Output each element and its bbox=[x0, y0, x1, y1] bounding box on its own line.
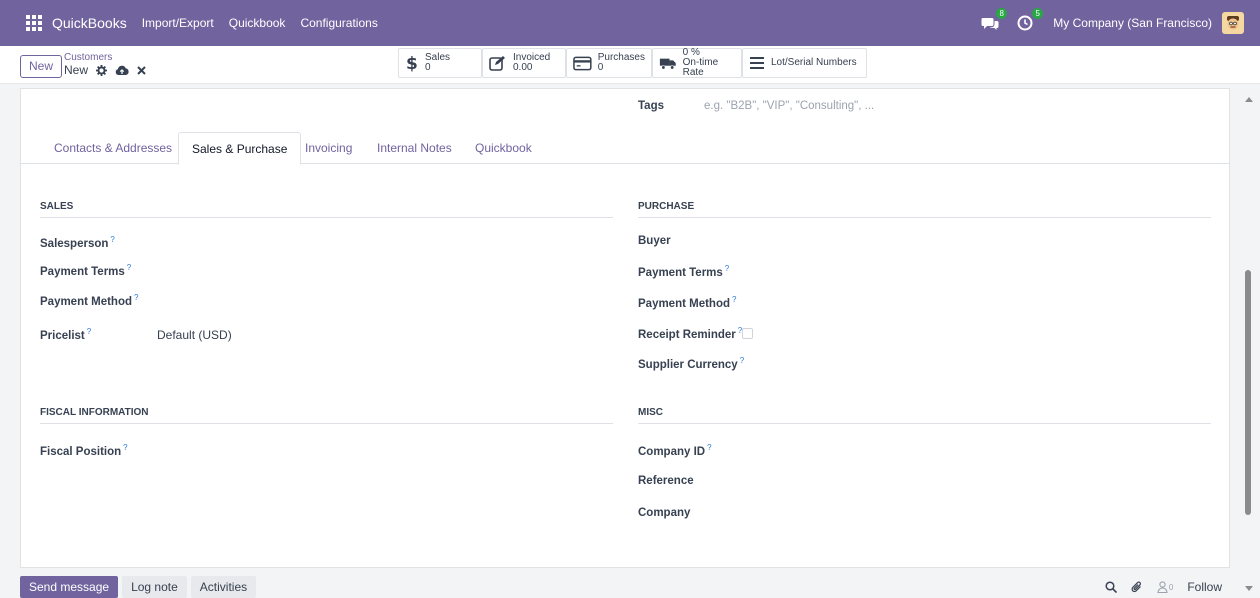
tags-label: Tags bbox=[638, 100, 664, 112]
messages-button[interactable]: 8 bbox=[981, 8, 1008, 31]
smart-button-lot-serial[interactable]: Lot/Serial Numbers bbox=[742, 48, 867, 78]
smart-button-invoiced[interactable]: Invoiced 0.00 bbox=[482, 48, 566, 78]
search-icon[interactable] bbox=[1105, 581, 1117, 593]
lot-serial-label: Lot/Serial Numbers bbox=[771, 57, 857, 68]
help-icon[interactable]: ? bbox=[707, 443, 711, 452]
user-avatar[interactable] bbox=[1222, 12, 1244, 34]
discard-x-icon[interactable] bbox=[137, 66, 146, 75]
top-navbar: QuickBooks Import/Export Quickbook Confi… bbox=[0, 0, 1260, 46]
scroll-down-arrow-icon[interactable] bbox=[1245, 586, 1253, 592]
salesperson-label: Salesperson? bbox=[40, 235, 115, 250]
chatter-toolbar: Send message Log note Activities bbox=[20, 576, 257, 598]
menu-configurations[interactable]: Configurations bbox=[300, 16, 377, 30]
activities-badge: 5 bbox=[1032, 8, 1044, 19]
app-brand[interactable]: QuickBooks bbox=[52, 15, 127, 31]
messages-badge: 8 bbox=[996, 8, 1008, 19]
pricelist-field[interactable]: Default (USD) bbox=[157, 328, 232, 342]
cloud-upload-icon[interactable] bbox=[115, 65, 129, 76]
svg-text:$: $ bbox=[406, 54, 418, 72]
new-button[interactable]: New bbox=[20, 55, 63, 78]
supplier-currency-label: Supplier Currency? bbox=[638, 356, 745, 371]
control-panel: New Customers New $ Sales 0 Invoiced 0.0… bbox=[0, 46, 1260, 84]
fiscal-position-label: Fiscal Position? bbox=[40, 443, 128, 458]
invoiced-value: 0.00 bbox=[513, 62, 533, 73]
followers-count: 0 bbox=[1168, 582, 1174, 592]
tab-invoicing[interactable]: Invoicing bbox=[292, 132, 365, 164]
misc-section-title: MISC bbox=[638, 407, 1211, 424]
notebook-tabs: Contacts & Addresses Sales & Purchase In… bbox=[21, 132, 1229, 165]
sales-value: 0 bbox=[425, 62, 431, 73]
buyer-label: Buyer bbox=[638, 235, 671, 247]
purchases-value: 0 bbox=[597, 62, 604, 73]
activities-button[interactable]: 5 bbox=[1017, 8, 1044, 31]
tags-row: Tags e.g. "B2B", "VIP", "Consulting", ..… bbox=[638, 100, 874, 112]
scroll-up-arrow-icon[interactable] bbox=[1245, 96, 1253, 102]
apps-grid-icon[interactable] bbox=[26, 15, 42, 31]
scrollbar-thumb[interactable] bbox=[1245, 270, 1251, 515]
gear-icon[interactable] bbox=[96, 65, 108, 76]
follow-button[interactable]: Follow bbox=[1187, 580, 1222, 594]
smart-button-purchases[interactable]: Purchases 0 bbox=[566, 48, 652, 78]
tab-sales-purchase[interactable]: Sales & Purchase bbox=[178, 132, 302, 165]
sales-section-title: SALES bbox=[40, 201, 613, 218]
help-icon[interactable]: ? bbox=[732, 295, 736, 304]
help-icon[interactable]: ? bbox=[134, 293, 138, 302]
activities-chatter-button[interactable]: Activities bbox=[190, 576, 257, 598]
form-sheet: Tags e.g. "B2B", "VIP", "Consulting", ..… bbox=[20, 88, 1230, 568]
chat-bubbles-icon bbox=[981, 18, 999, 30]
purchase-payment-method-label: Payment Method? bbox=[638, 295, 737, 310]
dollar-icon: $ bbox=[406, 54, 418, 72]
followers-button[interactable]: 0 bbox=[1157, 581, 1173, 593]
pricelist-label: Pricelist? bbox=[40, 327, 92, 342]
edit-invoice-icon bbox=[489, 56, 505, 71]
paperclip-icon[interactable] bbox=[1131, 581, 1143, 593]
on-time-label: On-time Rate bbox=[682, 57, 719, 78]
tab-contacts-addresses[interactable]: Contacts & Addresses bbox=[41, 132, 185, 164]
fiscal-section-title: FISCAL INFORMATION bbox=[40, 407, 613, 424]
help-icon[interactable]: ? bbox=[740, 356, 744, 365]
user-outline-icon bbox=[1157, 581, 1168, 593]
clock-icon bbox=[1017, 15, 1033, 31]
log-note-button[interactable]: Log note bbox=[122, 576, 187, 598]
help-icon[interactable]: ? bbox=[110, 235, 114, 244]
sales-payment-method-label: Payment Method? bbox=[40, 293, 139, 308]
smart-button-sales[interactable]: $ Sales 0 bbox=[398, 48, 482, 78]
tab-internal-notes[interactable]: Internal Notes bbox=[364, 132, 465, 164]
help-icon[interactable]: ? bbox=[87, 327, 91, 336]
company-switcher[interactable]: My Company (San Francisco) bbox=[1053, 16, 1212, 30]
menu-import-export[interactable]: Import/Export bbox=[142, 16, 214, 30]
send-message-button[interactable]: Send message bbox=[20, 576, 119, 598]
purchase-payment-terms-label: Payment Terms? bbox=[638, 264, 730, 279]
company-label: Company bbox=[638, 507, 691, 519]
breadcrumb-customers[interactable]: Customers bbox=[64, 52, 146, 63]
tags-input[interactable]: e.g. "B2B", "VIP", "Consulting", ... bbox=[704, 100, 874, 112]
user-face-icon bbox=[1227, 16, 1239, 30]
list-bars-icon bbox=[750, 57, 764, 69]
help-icon[interactable]: ? bbox=[725, 264, 729, 273]
help-icon[interactable]: ? bbox=[127, 263, 131, 272]
receipt-reminder-label: Receipt Reminder? bbox=[638, 326, 743, 341]
purchases-label: Purchases bbox=[597, 52, 645, 63]
purchase-section-title: PURCHASE bbox=[638, 201, 1211, 218]
truck-icon bbox=[659, 58, 676, 70]
reference-label: Reference bbox=[638, 475, 694, 487]
receipt-reminder-checkbox[interactable] bbox=[742, 328, 753, 339]
sales-payment-terms-label: Payment Terms? bbox=[40, 263, 132, 278]
credit-card-icon bbox=[573, 56, 592, 70]
chatter-right-tools: 0 Follow bbox=[1105, 580, 1222, 594]
tab-quickbook[interactable]: Quickbook bbox=[462, 132, 545, 164]
company-id-label: Company ID? bbox=[638, 443, 712, 458]
menu-quickbook[interactable]: Quickbook bbox=[229, 16, 286, 30]
record-title: New bbox=[64, 63, 89, 77]
breadcrumb: Customers New bbox=[64, 52, 146, 78]
smart-button-on-time-rate[interactable]: 0 % On-time Rate bbox=[652, 48, 742, 78]
help-icon[interactable]: ? bbox=[123, 443, 127, 452]
